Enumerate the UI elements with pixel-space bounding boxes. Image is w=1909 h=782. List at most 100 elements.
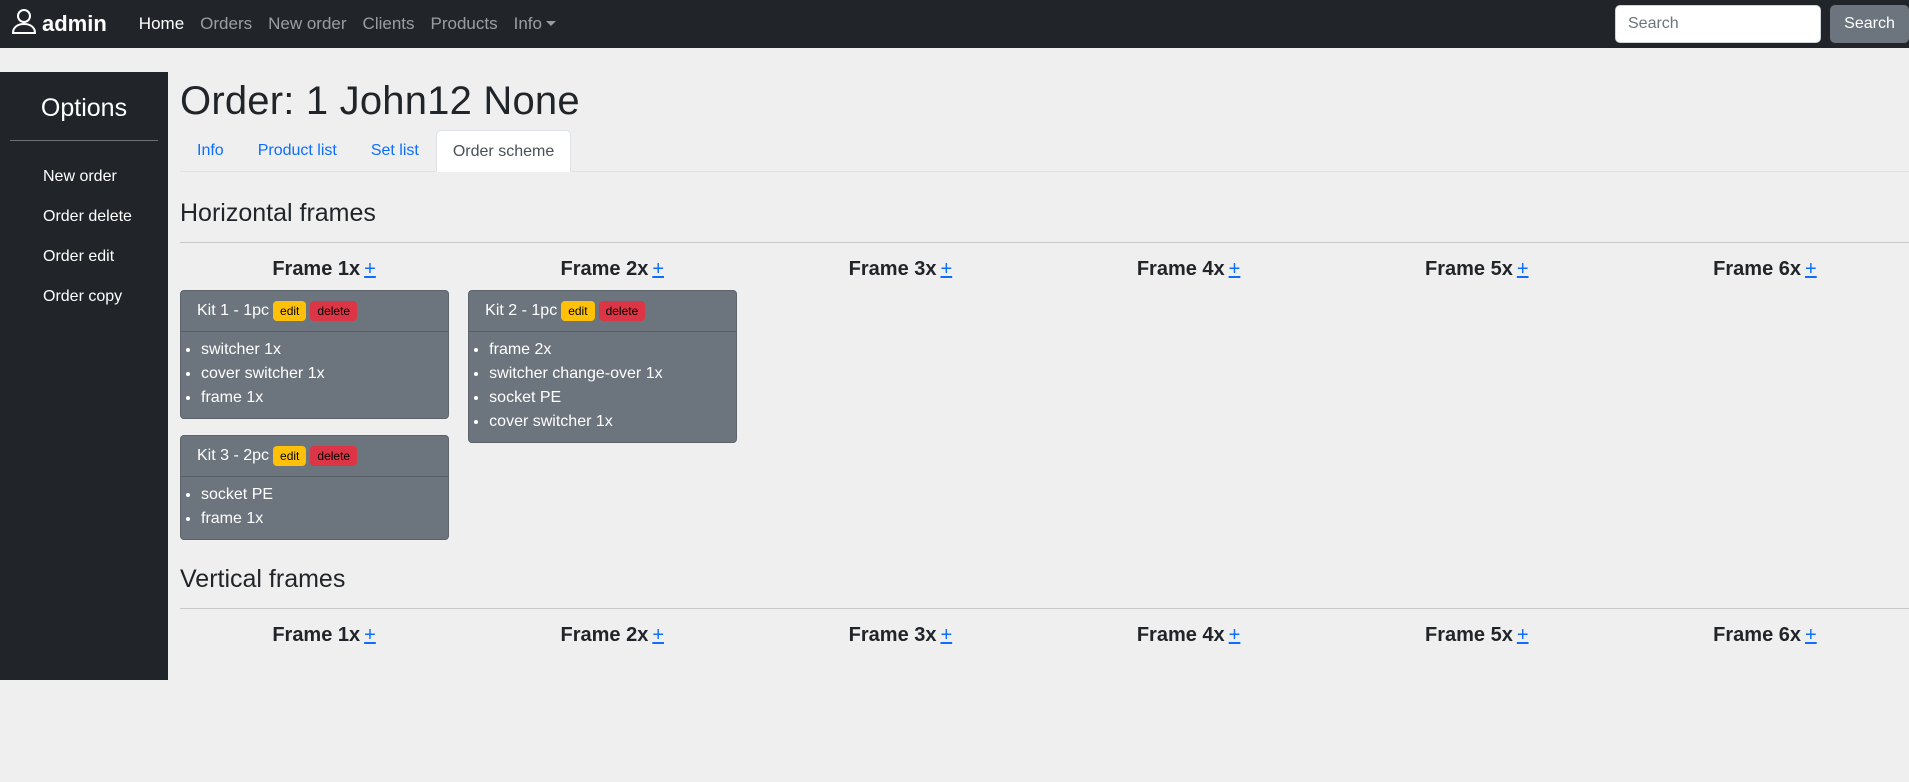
list-item: frame 2x <box>489 338 736 362</box>
nav-home[interactable]: Home <box>131 14 192 34</box>
frame-header: Frame 1x + <box>180 257 468 281</box>
frame-header: Frame 6x + <box>1621 257 1909 281</box>
frame-column: Frame 6x + <box>1621 623 1909 647</box>
caret-down-icon <box>545 21 556 26</box>
add-kit-link[interactable]: + <box>1805 258 1817 280</box>
nav-orders[interactable]: Orders <box>192 14 260 34</box>
add-kit-link[interactable]: + <box>652 624 664 646</box>
frame-label: Frame 5x <box>1425 258 1513 280</box>
frame-column: Frame 4x + <box>1045 623 1333 647</box>
kit-title: Kit 3 - 2pc <box>197 447 270 464</box>
sidebar-item-new-order[interactable]: New order <box>0 157 168 197</box>
frame-column: Frame 3x + <box>756 623 1044 647</box>
frame-label: Frame 6x <box>1713 624 1802 646</box>
frame-label: Frame 2x <box>560 258 649 280</box>
tab-bar: Info Product list Set list Order scheme <box>180 130 1909 172</box>
list-item: cover switcher 1x <box>201 362 448 386</box>
tab-set-list[interactable]: Set list <box>354 130 436 172</box>
add-kit-link[interactable]: + <box>1805 624 1817 646</box>
main-content: Order: 1 John12 None Info Product list S… <box>180 72 1909 647</box>
frame-label: Frame 6x <box>1713 258 1802 280</box>
frame-column: Frame 3x + <box>756 257 1044 556</box>
delete-badge[interactable]: delete <box>598 301 646 321</box>
nav-new-order[interactable]: New order <box>260 14 354 34</box>
frame-label: Frame 4x <box>1136 258 1225 280</box>
kit-header: Kit 1 - 1pc edit delete <box>181 291 448 332</box>
frame-header: Frame 5x + <box>1333 257 1621 281</box>
frame-label: Frame 3x <box>848 258 937 280</box>
list-item: switcher 1x <box>201 338 448 362</box>
kit-card: Kit 3 - 2pc edit delete socket PE frame … <box>180 435 449 540</box>
add-kit-link[interactable]: + <box>1229 258 1241 280</box>
frame-column: Frame 5x + <box>1333 623 1621 647</box>
frame-header: Frame 6x + <box>1621 623 1909 647</box>
list-item: socket PE <box>489 386 736 410</box>
search-button[interactable]: Search <box>1830 5 1909 43</box>
page-title: Order: 1 John12 None <box>180 79 580 123</box>
frame-column: Frame 5x + <box>1333 257 1621 556</box>
kit-card: Kit 1 - 1pc edit delete switcher 1x cove… <box>180 290 449 419</box>
tab-info[interactable]: Info <box>180 130 241 172</box>
frame-label: Frame 1x <box>272 624 361 646</box>
frame-header: Frame 3x + <box>756 623 1044 647</box>
nav-info-label: Info <box>513 14 542 33</box>
edit-badge[interactable]: edit <box>273 301 307 321</box>
section-divider <box>180 242 1909 243</box>
nav-info-dropdown[interactable]: Info <box>506 14 564 34</box>
list-item: socket PE <box>201 483 448 507</box>
delete-badge[interactable]: delete <box>310 301 358 321</box>
top-navbar: admin Home Orders New order Clients Prod… <box>0 0 1909 48</box>
frame-label: Frame 3x <box>848 624 937 646</box>
add-kit-link[interactable]: + <box>1229 624 1241 646</box>
frame-label: Frame 1x <box>272 258 361 280</box>
search-form: Search <box>1615 0 1909 48</box>
add-kit-link[interactable]: + <box>1517 624 1529 646</box>
sidebar-item-order-edit[interactable]: Order edit <box>0 237 168 277</box>
list-item: cover switcher 1x <box>489 410 736 434</box>
brand-label: admin <box>42 11 107 36</box>
delete-badge[interactable]: delete <box>310 446 358 466</box>
kit-item-list: socket PE frame 1x <box>181 477 448 539</box>
frame-label: Frame 4x <box>1136 624 1225 646</box>
kit-title: Kit 1 - 1pc <box>197 302 270 319</box>
kit-item-list: switcher 1x cover switcher 1x frame 1x <box>181 332 448 418</box>
frame-column: Frame 2x+ Kit 2 - 1pc edit delete frame … <box>468 257 756 556</box>
kit-item-list: frame 2x switcher change-over 1x socket … <box>469 332 736 442</box>
frame-header: Frame 5x + <box>1333 623 1621 647</box>
nav-clients[interactable]: Clients <box>355 14 423 34</box>
vertical-frames-row: Frame 1x + Frame 2x + Frame 3x + Frame 4x + … <box>180 623 1909 647</box>
frame-header: Frame 4x + <box>1045 623 1333 647</box>
search-input[interactable] <box>1615 5 1821 43</box>
tab-order-scheme[interactable]: Order scheme <box>435 130 572 172</box>
list-item: frame 1x <box>201 507 448 531</box>
frame-column: Frame 1x + <box>180 623 468 647</box>
list-item: frame 1x <box>201 386 448 410</box>
vertical-frames-title: Vertical frames <box>180 565 346 593</box>
edit-badge[interactable]: edit <box>561 301 595 321</box>
add-kit-link[interactable]: + <box>364 624 376 646</box>
add-kit-link[interactable]: + <box>652 258 664 280</box>
add-kit-link[interactable]: + <box>1517 258 1529 280</box>
frame-column: Frame 2x + <box>468 623 756 647</box>
tab-product-list[interactable]: Product list <box>241 130 354 172</box>
sidebar-title: Options <box>40 94 128 122</box>
horizontal-frames-title: Horizontal frames <box>180 199 376 227</box>
sidebar-item-order-delete[interactable]: Order delete <box>0 197 168 237</box>
brand[interactable]: admin <box>10 7 107 41</box>
horizontal-frames-row: Frame 1x+ Kit 1 - 1pc edit delete switch… <box>180 257 1909 556</box>
add-kit-link[interactable]: + <box>941 624 953 646</box>
section-divider <box>180 608 1909 609</box>
nav-products[interactable]: Products <box>423 14 506 34</box>
add-kit-link[interactable]: + <box>941 258 953 280</box>
frame-label: Frame 2x <box>560 624 649 646</box>
frame-header: Frame 4x + <box>1045 257 1333 281</box>
edit-badge[interactable]: edit <box>273 446 307 466</box>
sidebar: Options New order Order delete Order edi… <box>0 72 168 680</box>
frame-column: Frame 1x+ Kit 1 - 1pc edit delete switch… <box>180 257 468 556</box>
list-item: switcher change-over 1x <box>489 362 736 386</box>
nav-links: Home Orders New order Clients Products I… <box>131 14 564 34</box>
sidebar-item-order-copy[interactable]: Order copy <box>0 277 168 317</box>
frame-header: Frame 1x + <box>180 623 468 647</box>
frame-column: Frame 4x + <box>1045 257 1333 556</box>
add-kit-link[interactable]: + <box>364 258 376 280</box>
